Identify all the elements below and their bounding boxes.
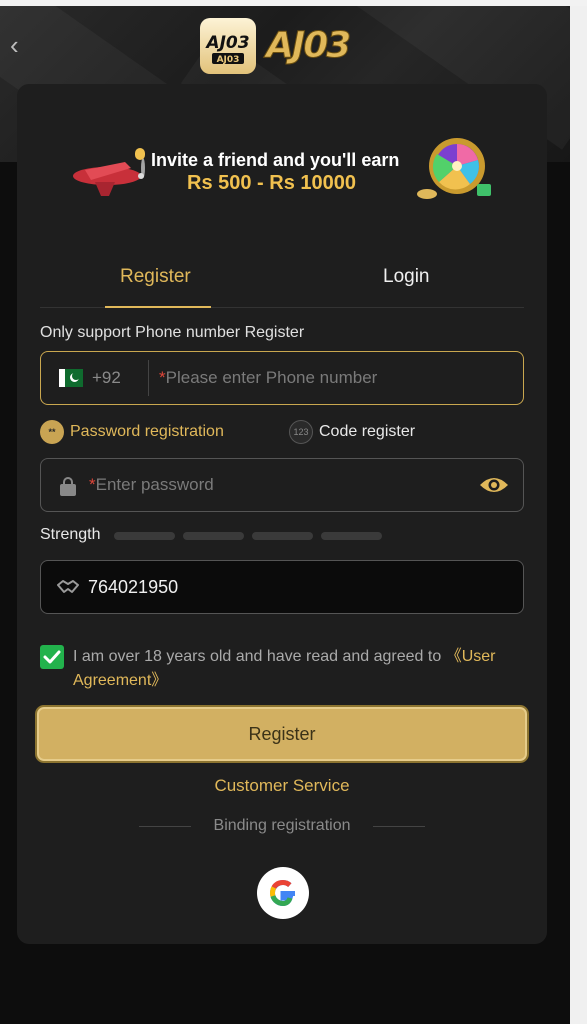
agreement-text: I am over 18 years old and have read and… [73,645,533,693]
strength-label: Strength [40,526,101,543]
agreement-checkbox[interactable] [40,645,64,669]
checkmark-icon [43,650,61,664]
password-dots-icon: ** [40,420,64,444]
google-login-button[interactable] [257,867,309,919]
tab-login[interactable]: Login [383,266,430,288]
code-register-label: Code register [319,423,416,440]
tab-register[interactable]: Register [120,266,191,288]
phone-input[interactable]: *Please enter Phone number [159,368,377,388]
invite-headline: Invite a friend and you'll earn [151,150,400,170]
field-divider [148,360,149,396]
auth-tabs: Register Login [40,250,524,308]
handshake-icon [57,580,79,593]
scrollbar-track[interactable] [570,6,587,1024]
agreement-statement: I am over 18 years old and have read and… [73,648,446,665]
back-chevron-icon[interactable]: ‹ [10,30,30,60]
code-register-option[interactable]: 123 Code register [289,420,415,444]
invite-code-input[interactable]: 764021950 [88,577,178,598]
prize-wheel-icon [417,138,491,199]
required-mark: * [159,368,166,387]
country-code[interactable]: +92 [92,368,121,388]
svg-text:AJ03: AJ03 [205,33,250,53]
binding-registration-label: Binding registration [213,817,351,834]
invite-banner[interactable]: Invite a friend and you'll earn Rs 500 -… [65,120,501,210]
password-placeholder: Enter password [95,475,214,494]
support-note: Only support Phone number Register [40,324,305,341]
brand-logo: AJ03 [262,22,366,75]
customer-service-link[interactable]: Customer Service [17,776,547,796]
strength-bar-3 [252,532,313,540]
strength-bar-1 [114,532,175,540]
register-card: Invite a friend and you'll earn Rs 500 -… [17,84,547,944]
active-tab-indicator [105,306,211,308]
strength-bar-2 [183,532,244,540]
svg-text:AJ03: AJ03 [217,55,240,65]
register-button[interactable]: Register [35,705,529,763]
strength-bar-4 [321,532,382,540]
phone-placeholder: Please enter Phone number [165,368,378,387]
airplane-icon [73,148,145,196]
password-field[interactable]: *Enter password [40,458,524,512]
required-mark: * [89,475,96,494]
phone-field[interactable]: +92 *Please enter Phone number [40,351,524,405]
app-logo-mark: AJ03 AJ03 [205,33,250,65]
google-icon [269,879,295,907]
show-password-eye-icon[interactable] [479,474,509,496]
svg-text:AJ03: AJ03 [263,25,349,66]
app-logo-icon: AJ03 AJ03 [200,18,256,74]
lock-icon [60,477,76,496]
password-registration-label: Password registration [70,423,224,440]
divider-right [373,826,425,827]
password-input[interactable]: *Enter password [89,475,214,495]
reward-amount: Rs 500 - Rs 10000 [187,172,357,194]
invite-code-field[interactable]: 764021950 [40,560,524,614]
password-registration-option[interactable]: ** Password registration [40,420,224,444]
numeric-code-icon: 123 [289,420,313,444]
pakistan-flag-icon [59,369,83,387]
